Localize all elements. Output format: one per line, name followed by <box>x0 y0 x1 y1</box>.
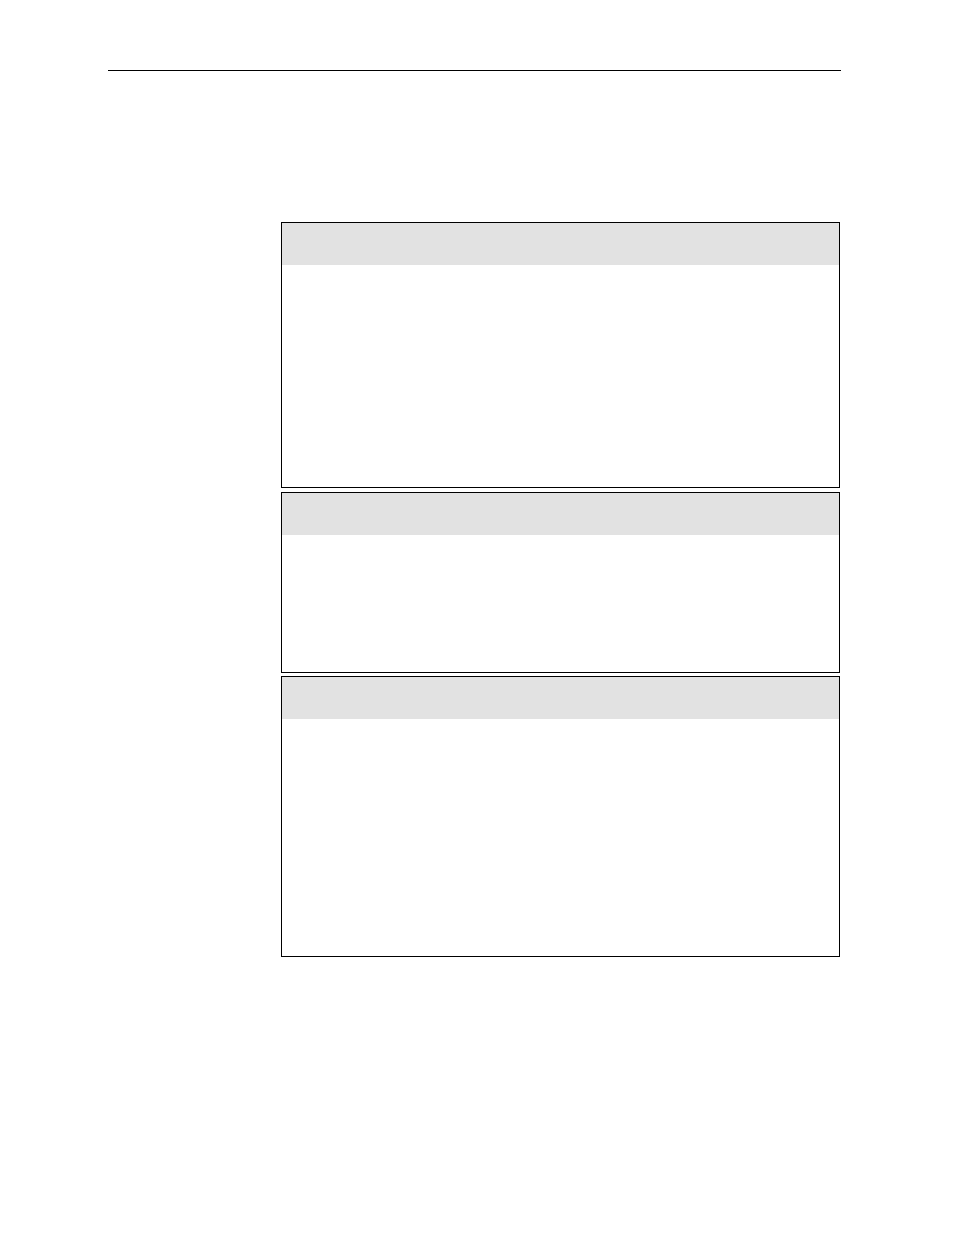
code-block-1-body <box>282 265 839 487</box>
code-block-2-title <box>282 493 839 535</box>
header-rule <box>108 70 841 71</box>
code-block-1 <box>281 222 840 488</box>
code-block-2-body <box>282 535 839 672</box>
code-block-2 <box>281 492 840 673</box>
code-block-3 <box>281 676 840 957</box>
code-block-1-title <box>282 223 839 265</box>
code-block-3-body <box>282 719 839 956</box>
page <box>0 0 954 1235</box>
code-block-3-title <box>282 677 839 719</box>
